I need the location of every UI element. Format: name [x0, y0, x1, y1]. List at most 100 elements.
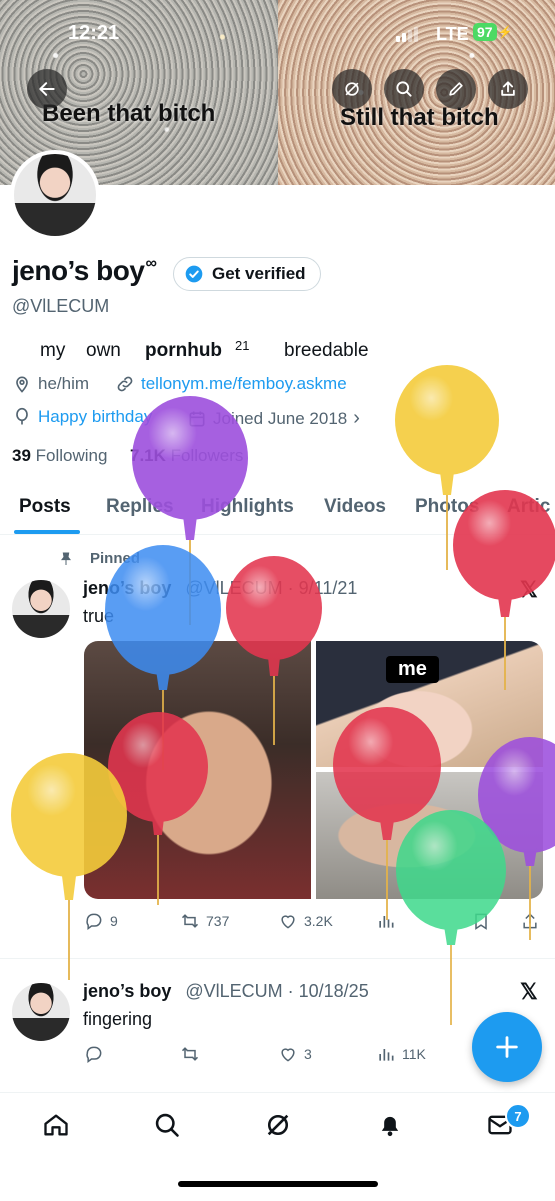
search-icon[interactable] [153, 1111, 181, 1139]
like-count: 3.2K [304, 913, 333, 929]
arrow-left-icon [39, 82, 55, 96]
post-handle-date: @VlLECUM · 9/11/21 [185, 578, 358, 598]
tab-posts[interactable]: Posts [19, 496, 71, 518]
balloon-yellow [395, 365, 499, 570]
messages-badge: 7 [505, 1103, 531, 1129]
share-post-button[interactable] [520, 911, 540, 931]
x-logo-icon[interactable]: 𝕏 [520, 979, 538, 1005]
active-tab-indicator [14, 530, 80, 534]
battery-level: 97 [473, 23, 497, 41]
post-image-2[interactable]: me [316, 641, 543, 767]
heart-icon [281, 1048, 295, 1062]
pencil-icon [449, 82, 463, 96]
post-author-name[interactable]: jeno’s boy [83, 578, 171, 599]
avatar-photo [14, 154, 96, 236]
edit-button[interactable] [436, 69, 476, 109]
calendar-icon [189, 411, 205, 426]
bio-word-2: own [86, 340, 121, 361]
share-button[interactable] [488, 69, 528, 109]
compose-button[interactable] [472, 1012, 542, 1082]
like-button[interactable]: 3.2K [278, 911, 333, 931]
home-icon[interactable] [42, 1111, 70, 1139]
profile-avatar[interactable] [10, 150, 100, 240]
tab-replies[interactable]: Replies [106, 496, 174, 518]
grok-icon [345, 82, 359, 96]
reply-count: 9 [110, 913, 118, 929]
reply-button[interactable] [84, 1044, 104, 1064]
get-verified-button[interactable]: Get verified [173, 257, 321, 291]
following-label: Following [35, 446, 108, 465]
like-button[interactable]: 3 [278, 1044, 312, 1064]
repost-button[interactable] [180, 1044, 200, 1064]
tab-videos[interactable]: Videos [324, 496, 386, 518]
bookmark-button[interactable] [471, 911, 491, 931]
post-image-1[interactable] [84, 641, 311, 899]
views-chart-icon [379, 1049, 394, 1061]
repost-icon [181, 914, 199, 928]
reply-icon [86, 913, 102, 930]
views-chart-icon [379, 916, 394, 928]
status-time: 12:21 [68, 22, 120, 44]
post-handle-date: @VlLECUM · 10/18/25 [185, 981, 369, 1001]
name-symbol: ∞ [145, 255, 157, 272]
grok-button[interactable] [332, 69, 372, 109]
chevron-right-icon[interactable]: › [353, 407, 360, 430]
share-icon [523, 913, 537, 929]
search-button[interactable] [384, 69, 424, 109]
post-image-3[interactable] [316, 772, 543, 899]
x-logo-icon[interactable]: 𝕏 [520, 577, 538, 603]
following-link[interactable]: 39 Following [12, 446, 107, 466]
post-divider [0, 958, 555, 959]
followers-count: 7.1K [130, 446, 166, 465]
get-verified-label: Get verified [212, 264, 306, 283]
repost-button[interactable]: 737 [180, 911, 229, 931]
post-header: jeno’s boy @VlLECUM · 9/11/21 [83, 578, 357, 599]
followers-label: Followers [170, 446, 244, 465]
followers-link[interactable]: 7.1K Followers [130, 446, 243, 466]
repost-count: 737 [206, 913, 230, 929]
pronouns: he/him [38, 374, 90, 393]
search-icon [396, 81, 412, 97]
views-button[interactable] [376, 911, 396, 931]
battery-indicator: 97 ⚡ [473, 23, 513, 41]
like-count: 3 [304, 1046, 312, 1062]
bookmark-icon [475, 913, 487, 930]
bio-word-3: pornhub [145, 340, 223, 361]
pinned-label: Pinned [90, 550, 141, 567]
repost-icon [181, 1047, 199, 1061]
post-avatar[interactable] [12, 983, 70, 1041]
post-text: fingering [83, 1009, 153, 1029]
views-button[interactable]: 11K [376, 1044, 426, 1064]
banner-left-text: Been that bitch [42, 100, 216, 127]
signal-icon [396, 27, 418, 42]
verified-badge-icon [185, 265, 203, 283]
post-avatar[interactable] [12, 580, 70, 638]
heart-icon [281, 915, 295, 929]
reply-button[interactable]: 9 [84, 911, 118, 931]
back-button[interactable] [27, 69, 67, 109]
tab-photos[interactable]: Photos [415, 496, 479, 518]
birthday-label[interactable]: Happy birthday [38, 407, 152, 427]
balloon-icon [16, 407, 28, 425]
pin-icon [61, 552, 71, 565]
location-pin-icon [16, 376, 28, 393]
charging-icon: ⚡ [497, 25, 513, 39]
profile-name: jeno’s boy [12, 255, 145, 286]
bio-superscript: 21 [235, 338, 250, 353]
profile-tabs: Posts Replies Highlights Videos Photos A… [0, 480, 555, 535]
post-header: jeno’s boy @VlLECUM · 10/18/25 [83, 981, 369, 1002]
reply-icon [86, 1046, 102, 1063]
profile-handle: @VlLECUM [12, 296, 110, 316]
banner-right-text: Still that bitch [340, 104, 499, 131]
plus-icon [496, 1036, 518, 1058]
share-icon [501, 81, 515, 96]
profile-link[interactable]: tellonym.me/femboy.askme [141, 374, 347, 394]
post-text: true [83, 606, 115, 626]
grok-icon[interactable] [264, 1111, 292, 1139]
bell-icon[interactable] [376, 1111, 404, 1139]
tab-articles[interactable]: Artic [507, 496, 550, 518]
pinned-indicator: Pinned [58, 550, 140, 567]
bio-word-4: breedable [284, 340, 369, 361]
post-author-name[interactable]: jeno’s boy [83, 981, 171, 1002]
tab-highlights[interactable]: Highlights [201, 496, 294, 518]
